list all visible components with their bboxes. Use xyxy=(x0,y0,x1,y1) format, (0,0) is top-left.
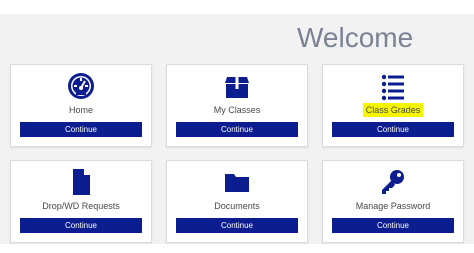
class-grades-continue-button[interactable]: Continue xyxy=(332,122,454,137)
card-label: Home xyxy=(68,105,93,115)
card-drop-wd-requests: Drop/WD Requests Continue xyxy=(10,160,152,243)
documents-continue-button[interactable]: Continue xyxy=(176,218,298,233)
box-icon xyxy=(225,75,249,98)
card-label-highlighted: Class Grades xyxy=(362,103,424,117)
bottom-bar xyxy=(0,244,474,253)
key-icon xyxy=(382,170,404,194)
card-label: Manage Password xyxy=(355,201,431,211)
manage-password-continue-button[interactable]: Continue xyxy=(332,218,454,233)
document-icon xyxy=(73,169,90,195)
drop-wd-requests-continue-button[interactable]: Continue xyxy=(20,218,142,233)
dashboard-gauge-icon xyxy=(68,73,94,99)
card-label: Documents xyxy=(214,201,260,211)
card-my-classes: My Classes Continue xyxy=(166,64,308,147)
folder-icon xyxy=(225,174,249,192)
card-home: Home Continue xyxy=(10,64,152,147)
page-title: Welcome xyxy=(297,22,414,53)
card-label: My Classes xyxy=(213,105,261,115)
my-classes-continue-button[interactable]: Continue xyxy=(176,122,298,137)
card-label: Drop/WD Requests xyxy=(42,201,120,211)
list-icon xyxy=(381,74,404,101)
home-continue-button[interactable]: Continue xyxy=(20,122,142,137)
card-manage-password: Manage Password Continue xyxy=(322,160,464,243)
card-class-grades: Class Grades Continue xyxy=(322,64,464,147)
card-documents: Documents Continue xyxy=(166,160,308,243)
top-bar xyxy=(0,0,474,14)
